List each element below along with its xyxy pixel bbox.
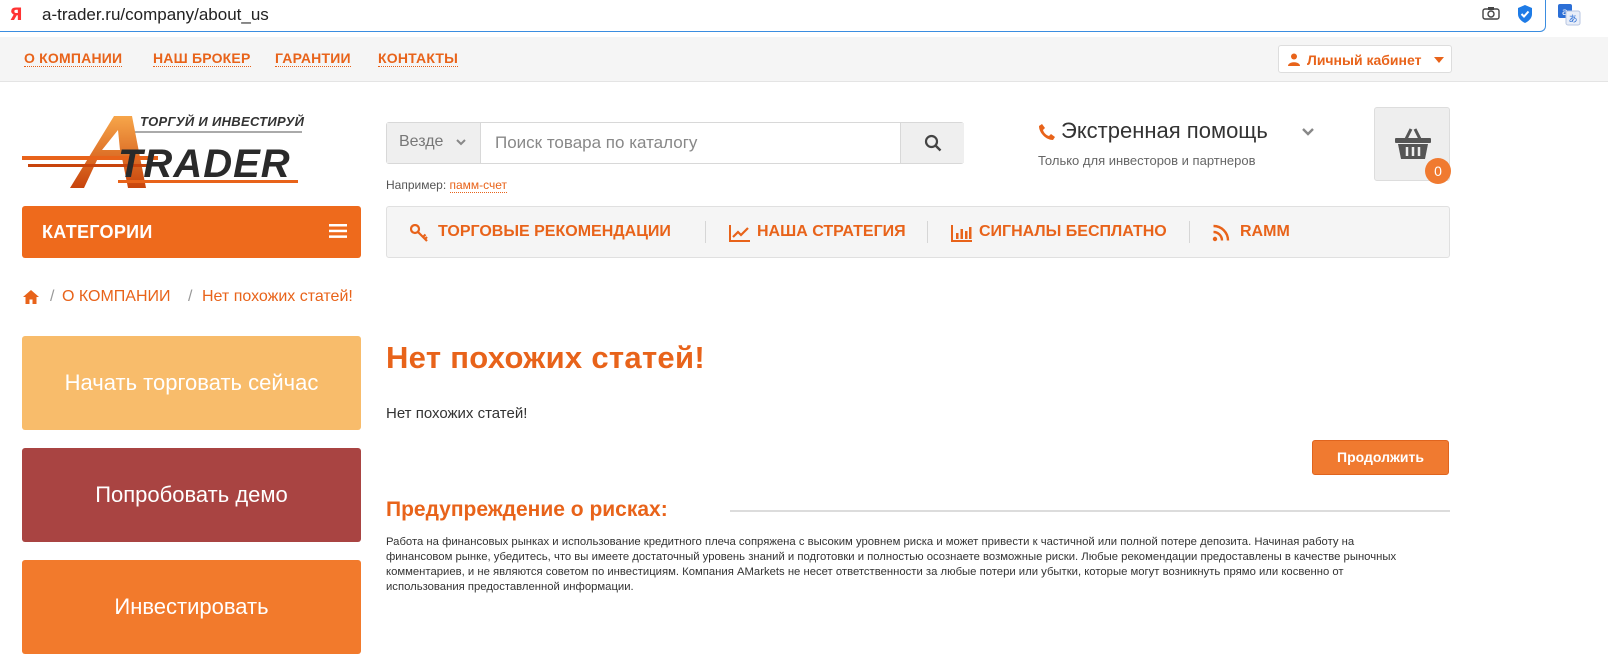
address-field[interactable]: Я a-trader.ru/company/about_us [0, 0, 1546, 32]
search-button[interactable] [900, 123, 964, 163]
emergency-help-subtitle: Только для инвесторов и партнеров [1038, 153, 1256, 168]
page-text: Нет похожих статей! [386, 405, 528, 422]
menu-separator [927, 221, 928, 243]
logo-wordmark: TRADER [118, 142, 291, 186]
logo-tagline: ТОРГУЙ И ИНВЕСТИРУЙ [140, 114, 305, 129]
search-bar: Везде [386, 122, 964, 164]
phone-icon [1039, 124, 1055, 140]
yandex-logo-icon: Я [9, 5, 23, 25]
hamburger-menu-icon [329, 224, 347, 238]
menu-item-label: RAMM [1240, 223, 1290, 240]
categories-label: КАТЕГОРИИ [42, 222, 153, 242]
cart-button[interactable]: 0 [1374, 107, 1451, 184]
key-icon [410, 224, 428, 242]
menu-separator [705, 221, 706, 243]
main-menu: ТОРГОВЫЕ РЕКОМЕНДАЦИИ НАША СТРАТЕГИЯ СИГ… [386, 206, 1450, 258]
breadcrumb-separator: / [188, 288, 193, 305]
invest-button[interactable]: Инвестировать [22, 560, 361, 654]
home-icon[interactable] [22, 289, 40, 305]
search-scope-label: Везде [399, 133, 444, 150]
breadcrumb-item-current: Нет похожих статей! [202, 288, 353, 305]
line-chart-icon [729, 225, 750, 242]
account-dropdown-button[interactable]: Личный кабинет [1278, 45, 1452, 73]
risk-warning-title: Предупреждение о рисках: [386, 498, 668, 521]
chevron-down-icon [456, 139, 466, 146]
continue-button[interactable]: Продолжить [1312, 440, 1449, 475]
cart-count-badge: 0 [1425, 158, 1451, 184]
search-example: Например: памм-счет [386, 178, 508, 193]
page-title: Нет похожих статей! [386, 340, 705, 375]
menu-item-label: НАША СТРАТЕГИЯ [757, 223, 906, 240]
url-text[interactable]: a-trader.ru/company/about_us [42, 5, 269, 25]
browser-address-bar: Я a-trader.ru/company/about_us a あ [0, 0, 1608, 32]
search-example-link[interactable]: памм-счет [449, 178, 508, 193]
account-label: Личный кабинет [1307, 52, 1422, 68]
search-example-prefix: Например: [386, 178, 447, 192]
search-input[interactable] [483, 123, 893, 163]
menu-item-label: ТОРГОВЫЕ РЕКОМЕНДАЦИИ [438, 223, 671, 240]
try-demo-button[interactable]: Попробовать демо [22, 448, 361, 542]
svg-text:あ: あ [1568, 14, 1577, 25]
search-scope-select[interactable]: Везде [387, 123, 481, 163]
camera-icon[interactable] [1482, 6, 1500, 20]
basket-icon [1395, 128, 1431, 159]
emergency-help-title: Экстренная помощь [1061, 118, 1268, 143]
bar-chart-icon [951, 225, 972, 242]
chevron-down-icon [1302, 128, 1314, 136]
topnav-item-broker[interactable]: НАШ БРОКЕР [153, 50, 251, 67]
user-icon [1288, 53, 1300, 66]
rss-icon [1212, 224, 1230, 242]
site-logo[interactable]: ТОРГУЙ И ИНВЕСТИРУЙ TRADER [22, 112, 312, 190]
topnav-item-contacts[interactable]: КОНТАКТЫ [378, 50, 459, 67]
breadcrumb-item-company[interactable]: О КОМПАНИИ [62, 288, 171, 306]
top-navigation: О КОМПАНИИ НАШ БРОКЕР ГАРАНТИИ КОНТАКТЫ … [0, 37, 1608, 82]
translate-icon[interactable]: a あ [1557, 2, 1581, 26]
topnav-item-company[interactable]: О КОМПАНИИ [24, 50, 123, 67]
divider [730, 510, 1450, 512]
protect-shield-icon[interactable] [1516, 4, 1534, 24]
topnav-item-guarantees[interactable]: ГАРАНТИИ [275, 50, 351, 67]
categories-button[interactable]: КАТЕГОРИИ [22, 206, 361, 258]
breadcrumb-separator: / [50, 288, 55, 305]
search-icon [924, 134, 942, 152]
menu-separator [1189, 221, 1190, 243]
menu-item-label: СИГНАЛЫ БЕСПЛАТНО [979, 223, 1167, 240]
caret-down-icon [1434, 57, 1444, 63]
risk-warning-text: Работа на финансовых рынках и использова… [386, 536, 1397, 593]
start-trading-button[interactable]: Начать торговать сейчас [22, 336, 361, 430]
